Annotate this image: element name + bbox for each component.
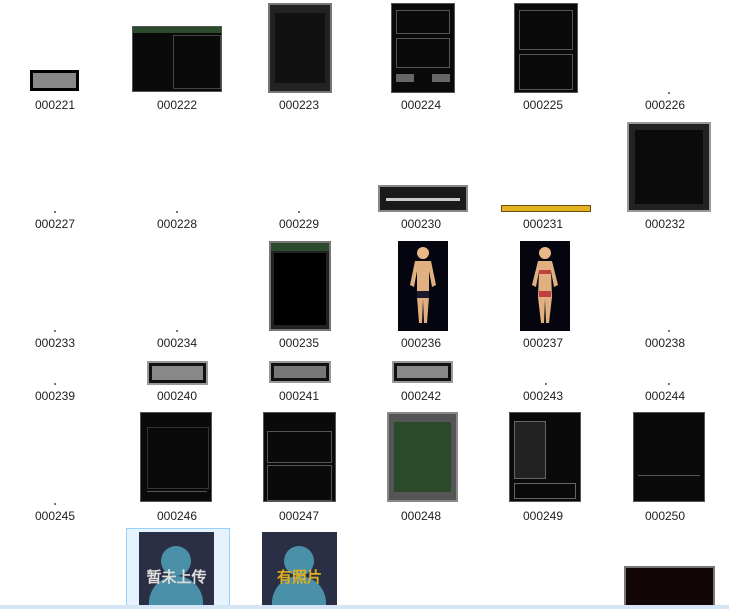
file-name[interactable]: 000247 [244,509,354,523]
thumb-panel [514,483,576,499]
thumb-inner [397,366,448,378]
empty-thumbnail-dot[interactable] [668,383,670,385]
file-name[interactable]: 000229 [244,217,354,231]
thumbnail-photo-placeholder[interactable]: 暂未上传 [139,532,214,609]
thumbnail-000242[interactable] [392,361,453,383]
file-name[interactable]: 000242 [366,389,476,403]
thumb-panel [267,465,332,501]
thumbnail-000250[interactable] [633,412,705,502]
empty-thumbnail-dot[interactable] [54,330,56,332]
file-name[interactable]: 000233 [0,336,110,350]
thumb-bar [386,198,460,201]
thumbnail-000241[interactable] [269,361,331,383]
thumb-slot-grid [147,427,209,489]
thumbnail-000236[interactable] [398,241,448,331]
empty-thumbnail-dot[interactable] [54,503,56,505]
file-name[interactable]: 000221 [0,98,110,112]
file-name[interactable]: 000225 [488,98,598,112]
file-name[interactable]: 000226 [610,98,720,112]
thumbnail-000240[interactable] [147,361,208,385]
file-name[interactable]: 000230 [366,217,476,231]
thumb-header [271,243,329,251]
empty-thumbnail-dot[interactable] [54,211,56,213]
thumb-footer [147,491,207,500]
thumbnail-000237[interactable] [520,241,570,331]
thumb-panel [396,10,450,34]
thumb-panel [519,54,573,90]
file-name[interactable]: 000228 [122,217,232,231]
thumbnail-000232[interactable] [627,122,711,212]
thumb-panel [267,431,332,463]
thumbnail-000230[interactable] [378,185,468,212]
thumbnail-000248[interactable] [387,412,458,502]
file-name[interactable]: 000224 [366,98,476,112]
thumbnail-000224[interactable] [391,3,455,93]
file-name[interactable]: 000240 [122,389,232,403]
thumb-header [133,27,221,33]
file-name[interactable]: 000243 [488,389,598,403]
file-name[interactable]: 000223 [244,98,354,112]
file-name[interactable]: 000227 [0,217,110,231]
thumb-panel [519,10,573,50]
empty-thumbnail-dot[interactable] [668,92,670,94]
thumbnail-000249[interactable] [509,412,581,502]
thumbnail-000223[interactable] [268,3,332,93]
thumbnail-000247[interactable] [263,412,336,502]
thumbnail-000225[interactable] [514,3,578,93]
empty-thumbnail-dot[interactable] [176,330,178,332]
status-bar-edge [0,605,729,609]
file-name[interactable]: 000246 [122,509,232,523]
thumb-panel [396,38,450,68]
thumb-button [432,74,450,82]
empty-thumbnail-dot[interactable] [176,211,178,213]
file-grid: 000221 000222 000223 000224 000225 00022… [0,0,729,609]
thumb-inner [33,73,76,88]
file-name[interactable]: 000234 [122,336,232,350]
male-figure-icon [410,247,436,323]
thumbnail-000231[interactable] [501,205,591,212]
file-name[interactable]: 000231 [488,217,598,231]
thumb-inner [274,253,326,325]
thumb-panel [514,421,546,479]
photo-caption: 有照片 [276,568,322,586]
thumbnail-dark-frame[interactable] [624,566,715,609]
thumb-inner [274,366,326,378]
file-name[interactable]: 000238 [610,336,720,350]
thumb-button [396,74,414,82]
file-name[interactable]: 000245 [0,509,110,523]
file-name[interactable]: 000244 [610,389,720,403]
file-name[interactable]: 000232 [610,217,720,231]
thumbnail-photo-uploaded[interactable]: 有照片 [262,532,337,609]
thumbnail-000222[interactable] [132,26,222,92]
thumb-inner [394,422,451,492]
file-name[interactable]: 000235 [244,336,354,350]
thumbnail-000235[interactable] [269,241,331,331]
file-name[interactable]: 000237 [488,336,598,350]
file-name[interactable]: 000241 [244,389,354,403]
file-name[interactable]: 000250 [610,509,720,523]
file-name[interactable]: 000222 [122,98,232,112]
photo-caption: 暂未上传 [146,568,207,586]
thumb-inner [275,13,325,83]
empty-thumbnail-dot[interactable] [545,383,547,385]
file-name[interactable]: 000249 [488,509,598,523]
file-name[interactable]: 000236 [366,336,476,350]
thumb-inner [152,366,203,380]
file-name[interactable]: 000248 [366,509,476,523]
thumbnail-000246[interactable] [140,412,212,502]
empty-thumbnail-dot[interactable] [54,383,56,385]
thumbnail-000221[interactable] [30,70,79,91]
female-figure-icon [532,247,558,323]
empty-thumbnail-dot[interactable] [668,330,670,332]
thumb-footer [638,475,700,488]
thumb-panel [173,35,221,89]
thumb-inner [635,130,703,204]
empty-thumbnail-dot[interactable] [298,211,300,213]
file-name[interactable]: 000239 [0,389,110,403]
